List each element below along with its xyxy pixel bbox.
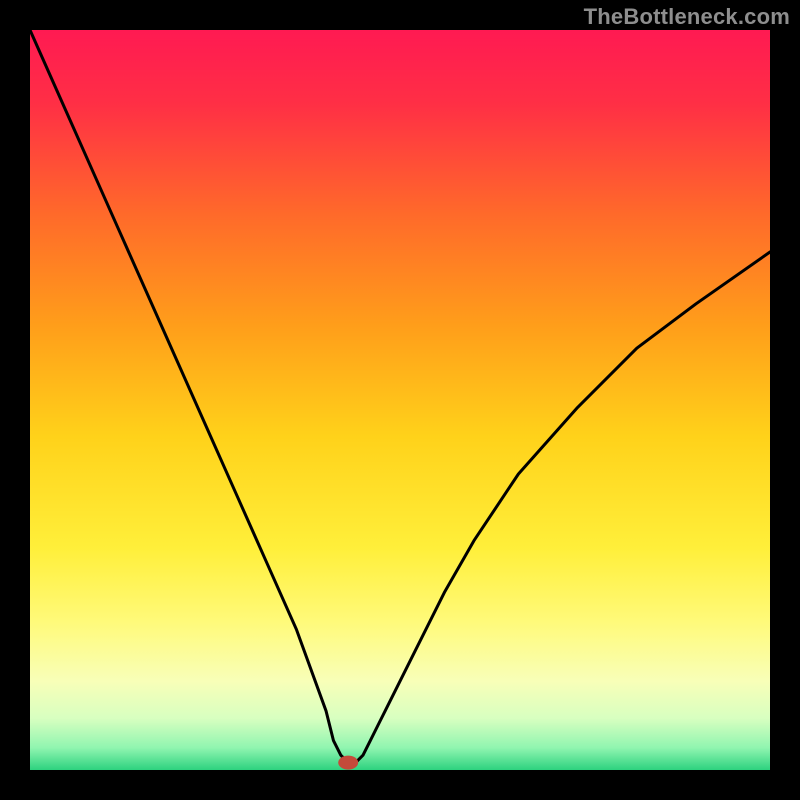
optimal-marker (338, 756, 358, 770)
chart-frame: TheBottleneck.com (0, 0, 800, 800)
bottleneck-chart (30, 30, 770, 770)
watermark-text: TheBottleneck.com (584, 4, 790, 30)
chart-background (30, 30, 770, 770)
